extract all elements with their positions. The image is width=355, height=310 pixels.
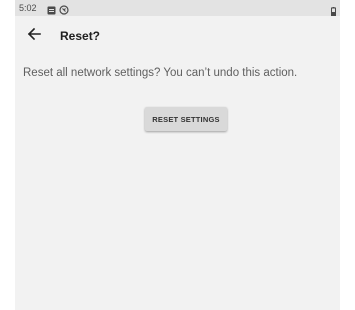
app-bar: Reset? xyxy=(15,16,340,56)
arrow-left-icon xyxy=(27,27,41,46)
status-bar: 5:02 xyxy=(15,0,340,16)
page-title: Reset? xyxy=(60,29,101,43)
back-button[interactable] xyxy=(25,27,43,45)
reset-settings-button[interactable]: RESET SETTINGS xyxy=(145,107,227,131)
status-time: 5:02 xyxy=(19,3,37,13)
settings-screen: 5:02 Reset? Reset all network settings? … xyxy=(15,0,340,310)
reset-warning-message: Reset all network settings? You can’t un… xyxy=(23,67,298,79)
